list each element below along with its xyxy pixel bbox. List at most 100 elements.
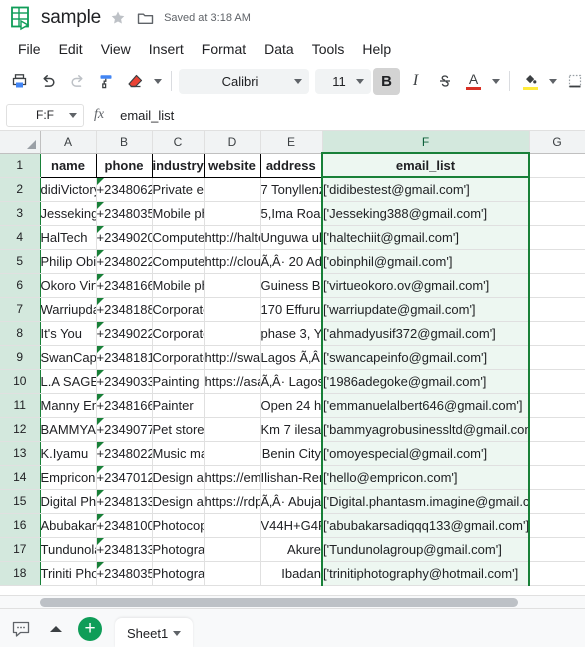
menu-item-view[interactable]: View: [93, 39, 139, 59]
grid-cell[interactable]: ['bammyagrobusinessltd@gmail.com']: [321, 417, 530, 442]
grid-cell[interactable]: +2348022446688: [96, 441, 153, 466]
grid-cell[interactable]: [204, 561, 261, 586]
formula-input[interactable]: email_list: [114, 103, 579, 127]
horizontal-scrollbar[interactable]: [0, 595, 585, 608]
grid-cell[interactable]: https://empricon.com/: [204, 465, 261, 490]
clear-format-dropdown-icon[interactable]: [151, 68, 164, 95]
grid-cell[interactable]: Unguwa uku, Kano: [260, 225, 323, 250]
column-title-cell[interactable]: industry: [151, 152, 204, 178]
grid-cell[interactable]: +2348022334455: [96, 249, 153, 274]
row-header-9[interactable]: 9: [0, 345, 41, 370]
grid-cell[interactable]: [204, 513, 261, 538]
grid-cell[interactable]: https://asage.com/: [204, 369, 261, 394]
menu-item-file[interactable]: File: [10, 39, 49, 59]
grid-cell[interactable]: +2349077889900: [96, 417, 153, 442]
grid-cell[interactable]: Photocopiers supplier: [152, 513, 205, 538]
grid-cell[interactable]: [204, 537, 261, 562]
grid-cell[interactable]: [529, 177, 585, 202]
grid-cell[interactable]: ['warriupdate@gmail.com']: [321, 297, 530, 322]
grid-cell[interactable]: Okoro Virtue Ventures: [40, 273, 97, 298]
grid-cell[interactable]: [529, 417, 585, 442]
grid-cell[interactable]: ['abubakarsadiqqq133@gmail.com']: [321, 513, 530, 538]
grid-cell[interactable]: [529, 321, 585, 346]
grid-cell[interactable]: Digital Phantasm: [40, 489, 97, 514]
horizontal-scrollbar-thumb[interactable]: [40, 598, 518, 607]
eraser-icon[interactable]: [122, 68, 149, 95]
row-header-17[interactable]: 17: [0, 537, 41, 562]
grid-cell[interactable]: ['1986adegoke@gmail.com']: [321, 369, 530, 394]
grid-cell[interactable]: +2348166778899: [96, 273, 153, 298]
grid-cell[interactable]: http://haltech.com/: [204, 225, 261, 250]
grid-cell[interactable]: ['omoyespecial@gmail.com']: [321, 441, 530, 466]
grid-cell[interactable]: ['haltechiit@gmail.com']: [321, 225, 530, 250]
grid-cell[interactable]: HalTech: [40, 225, 97, 250]
grid-cell[interactable]: +2348035566877: [96, 201, 153, 226]
grid-cell[interactable]: Music management: [152, 441, 205, 466]
grid-cell[interactable]: ['hello@empricon.com']: [321, 465, 530, 490]
row-header-6[interactable]: 6: [0, 273, 41, 298]
row-header-8[interactable]: 8: [0, 321, 41, 346]
grid-cell[interactable]: Benin City: [260, 441, 323, 466]
borders-icon[interactable]: [561, 68, 585, 95]
grid-cell[interactable]: [529, 561, 585, 586]
grid-cell[interactable]: Tundunola Studio: [40, 537, 97, 562]
grid-cell[interactable]: [204, 177, 261, 202]
grid-cell[interactable]: Design agency: [152, 465, 205, 490]
grid-cell[interactable]: [529, 297, 585, 322]
column-header-f[interactable]: F: [322, 131, 530, 154]
grid-cell[interactable]: [204, 201, 261, 226]
grid-cell[interactable]: [204, 441, 261, 466]
grid-cell[interactable]: ['swancapeinfo@gmail.com']: [321, 345, 530, 370]
fill-color-button[interactable]: [517, 68, 544, 95]
add-sheet-button[interactable]: +: [78, 616, 102, 641]
row-header-16[interactable]: 16: [0, 513, 41, 538]
redo-icon[interactable]: [64, 68, 91, 95]
grid-cell[interactable]: Empricon: [40, 465, 97, 490]
grid-cell[interactable]: Photography studio: [152, 537, 205, 562]
fill-color-dropdown-icon[interactable]: [546, 68, 559, 95]
grid-cell[interactable]: Private educational institution: [152, 177, 205, 202]
grid-cell[interactable]: ['emmanuelalbert646@gmail.com']: [321, 393, 530, 418]
sheet-tab-sheet1[interactable]: Sheet1: [115, 618, 194, 647]
grid-cell[interactable]: Mobile phone repair shop: [152, 273, 205, 298]
grid-cell[interactable]: Pet store: [152, 417, 205, 442]
grid-cell[interactable]: [529, 441, 585, 466]
grid-cell[interactable]: [529, 249, 585, 274]
menu-item-data[interactable]: Data: [256, 39, 302, 59]
menu-item-tools[interactable]: Tools: [304, 39, 353, 59]
grid-cell[interactable]: Painter: [152, 393, 205, 418]
menu-item-format[interactable]: Format: [194, 39, 254, 59]
grid-cell[interactable]: K.Iyamu: [40, 441, 97, 466]
text-color-button[interactable]: A: [460, 68, 487, 95]
strikethrough-button[interactable]: [431, 68, 458, 95]
grid-cell[interactable]: Abubakar Sadiq: [40, 513, 97, 538]
grid-cell[interactable]: [529, 273, 585, 298]
grid-cell[interactable]: ['didibestest@gmail.com']: [321, 177, 530, 202]
folder-icon[interactable]: [135, 8, 155, 28]
grid-cell[interactable]: http://swancapital.ng/: [204, 345, 261, 370]
grid-cell[interactable]: [529, 393, 585, 418]
grid-cell[interactable]: 5,Ima Road, Uyo: [260, 201, 323, 226]
name-box[interactable]: F:F: [6, 103, 84, 127]
grid-cell[interactable]: +2348188990011: [96, 297, 153, 322]
row-header-10[interactable]: 10: [0, 369, 41, 394]
grid-cell[interactable]: Lagos Ã‚Â· Ikeja: [260, 345, 323, 370]
grid-cell[interactable]: Corporate office: [152, 345, 205, 370]
grid-cell[interactable]: L.A SAGE: [40, 369, 97, 394]
grid-cell[interactable]: https://rdphantasm.com/: [204, 489, 261, 514]
column-title-cell[interactable]: email_list: [321, 152, 530, 178]
column-header-a[interactable]: A: [40, 131, 97, 154]
undo-icon[interactable]: [35, 68, 62, 95]
spreadsheet-grid[interactable]: A B C D E F G 1 name phone industry website address e…: [0, 131, 585, 595]
row-header-5[interactable]: 5: [0, 249, 41, 274]
grid-cell[interactable]: +2348133445566: [96, 489, 153, 514]
grid-cell[interactable]: phase 3, Yaba Lagos: [260, 321, 323, 346]
grid-cell[interactable]: [204, 321, 261, 346]
grid-cell[interactable]: Ã‚Â· 20 Aduvie Close, Abuja: [260, 249, 323, 274]
column-header-b[interactable]: B: [96, 131, 153, 154]
grid-cell[interactable]: 170 Effurun Road, Warri: [260, 297, 323, 322]
grid-cell[interactable]: Ã‚Â· Lagos Island: [260, 369, 323, 394]
grid-cell[interactable]: Mobile phone repair shop: [152, 201, 205, 226]
grid-cell[interactable]: didiVictory Private School: [40, 177, 97, 202]
grid-cell[interactable]: +2349020202020: [96, 225, 153, 250]
